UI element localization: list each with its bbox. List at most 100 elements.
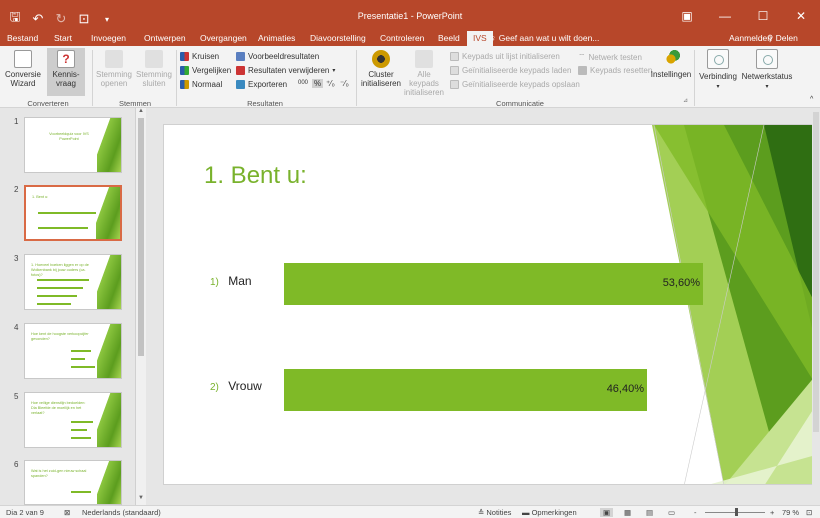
current-slide[interactable]: 1. Bent u: 1) Man 53,60% 2) Vrouw 46,40% (163, 124, 815, 485)
group-separator (92, 50, 93, 106)
vergelijken-button[interactable]: Vergelijken (180, 66, 231, 75)
conversie-wizard-button[interactable]: Conversie Wizard (4, 50, 42, 88)
slide-number: 3 (14, 254, 19, 263)
increase-decimal-icon[interactable]: ⁺⁄₀ (326, 79, 335, 88)
thumbnail-bar (38, 212, 96, 214)
normaal-button[interactable]: Normaal (180, 80, 222, 89)
person-icon: ⚲ (767, 33, 774, 43)
notities-button[interactable]: ≙ Notities (478, 508, 511, 517)
resultaten-verwijderen-button[interactable]: Resultaten verwijderen ▾ (236, 66, 335, 75)
netwerk-testen-button[interactable]: ⌔ Netwerk testen (578, 52, 642, 62)
tab-diavoorstelling[interactable]: Diavoorstelling (310, 33, 366, 43)
tab-controleren[interactable]: Controleren (380, 33, 424, 43)
spellcheck-icon[interactable]: ⊠ (64, 508, 70, 517)
thumbnail-title: Hoe veilige dienstlijn bedoelden: Dla Bl… (31, 401, 86, 415)
slide-thumbnail[interactable]: Hoe veilige dienstlijn bedoelden: Dla Bl… (24, 392, 122, 448)
kruisen-button[interactable]: Kruisen (180, 52, 219, 61)
reset-icon (578, 66, 587, 75)
group-resultaten-label: Resultaten (247, 99, 283, 108)
keypads-resetten-button[interactable]: Keypads resetten (578, 66, 652, 75)
thumbnail-bar (71, 350, 91, 352)
thumbnail-decoration (96, 187, 120, 239)
zoom-level[interactable]: 79 % (782, 508, 799, 517)
kennisvraag-button[interactable]: ? Kennis- vraag (47, 48, 85, 96)
verbinding-button[interactable]: Verbinding ▾ (696, 49, 740, 92)
thumbnail-decoration (97, 461, 121, 504)
slide-thumbnail[interactable]: 1. Hoeveel boeken liggen er op de Wolken… (24, 254, 122, 310)
stemming-sluiten-button[interactable]: Stemming sluiten (134, 50, 174, 88)
group-communicatie-label: Communicatie (496, 99, 544, 108)
fit-to-window-icon[interactable]: ⊡ (806, 508, 812, 517)
thumbnail-title: Hoe kent de hoogste verkoopcijfer gevond… (31, 332, 89, 341)
stemming-openen-button[interactable]: Stemming openen (94, 50, 134, 88)
alle-keypads-initialiseren-button[interactable]: Alle keypads initialiseren (402, 50, 446, 97)
tell-me-search[interactable]: ♀ Geef aan wat u wilt doen... (490, 33, 599, 43)
slide-thumbnail-selected[interactable]: 1. Bent u: (24, 185, 122, 241)
ribbon: Conversie Wizard ? Kennis- vraag Convert… (0, 46, 820, 108)
dropdown-arrow-icon: ▾ (716, 84, 720, 90)
thumbnail-scrollbar[interactable]: ▲ ▼ (135, 108, 146, 505)
language-indicator[interactable]: Nederlands (standaard) (82, 508, 161, 517)
tab-ivs[interactable]: IVS (467, 31, 493, 46)
result-bar: 46,40% (284, 369, 647, 411)
thumbnail-title: Voorbeeldquiz voor IVS PowerPoint (49, 132, 89, 141)
zoom-in-button[interactable]: + (770, 508, 774, 517)
instellingen-button[interactable]: Instellingen (648, 50, 694, 79)
slide-scrollbar[interactable] (812, 108, 820, 505)
thumbnail-bar (71, 421, 93, 423)
thumbnail-decoration (97, 118, 121, 172)
scroll-up-icon[interactable]: ▲ (136, 108, 146, 118)
sign-in-link[interactable]: Aanmelden (729, 33, 772, 43)
ribbon-display-options-icon[interactable]: ▣ (668, 0, 706, 31)
slide-thumbnail[interactable]: Hoe kent de hoogste verkoopcijfer gevond… (24, 323, 122, 379)
zoom-out-button[interactable]: - (694, 508, 697, 517)
share-button[interactable]: ⚲ Delen (767, 33, 798, 44)
tab-invoegen[interactable]: Invoegen (91, 33, 126, 43)
minimize-button[interactable]: — (706, 0, 744, 31)
bar-chart-icon (180, 52, 189, 61)
decrease-decimal-icon[interactable]: ⁻⁄₀ (340, 79, 349, 88)
tab-animaties[interactable]: Animaties (258, 33, 295, 43)
wizard-icon (14, 50, 32, 68)
close-button[interactable]: ✕ (782, 0, 820, 31)
dialog-launcher-icon[interactable]: ⊿ (683, 97, 688, 104)
tab-overgangen[interactable]: Overgangen (200, 33, 247, 43)
slide-title: 1. Bent u: (204, 162, 307, 189)
voorbeeldresultaten-button[interactable]: Voorbeeldresultaten (236, 52, 319, 61)
cluster-initialiseren-button[interactable]: Cluster initialiseren (358, 50, 404, 88)
group-separator (176, 50, 177, 106)
number-format-000-button[interactable]: 000 (298, 80, 308, 86)
geinitialiseerde-opslaan-button[interactable]: Geïnitialiseerde keypads opslaan (450, 80, 580, 89)
ribbon-tabs: Bestand Start Invoegen Ontwerpen Overgan… (0, 31, 820, 46)
answer-label: 2) Vrouw (210, 379, 262, 393)
tab-bestand[interactable]: Bestand (7, 33, 38, 43)
thumbnail-bar (37, 279, 89, 281)
maximize-button[interactable]: ☐ (744, 0, 782, 31)
keypads-uit-lijst-button[interactable]: Keypads uit lijst initialiseren (450, 52, 560, 61)
slide-thumbnail[interactable]: Voorbeeldquiz voor IVS PowerPoint (24, 117, 122, 173)
slide-editing-area: 1. Bent u: 1) Man 53,60% 2) Vrouw 46,40% (148, 108, 820, 505)
thumbnail-bar (71, 437, 91, 439)
slide-thumbnail[interactable]: Wat is het zuid-gen nieuw schaal spanden… (24, 460, 122, 505)
normal-view-icon[interactable]: ▣ (600, 508, 614, 517)
netwerkstatus-button[interactable]: Netwerkstatus ▾ (740, 49, 794, 92)
compare-chart-icon (180, 66, 189, 75)
zoom-slider-knob[interactable] (735, 508, 738, 516)
tab-ontwerpen[interactable]: Ontwerpen (144, 33, 186, 43)
reading-view-icon[interactable]: ▤ (646, 508, 653, 517)
geinitialiseerde-laden-button[interactable]: Geïnitialiseerde keypads laden (450, 66, 571, 75)
thumbnail-title: Wat is het zuid-gen nieuw schaal spanden… (31, 469, 87, 478)
tab-start[interactable]: Start (54, 33, 72, 43)
slideshow-icon[interactable]: ▭ (668, 508, 675, 517)
slide-sorter-icon[interactable]: ▦ (624, 508, 631, 517)
scrollbar-thumb[interactable] (813, 112, 819, 432)
slide-number: 6 (14, 460, 19, 469)
tab-beeld[interactable]: Beeld (438, 33, 460, 43)
scroll-down-icon[interactable]: ▼ (136, 495, 146, 505)
slide-number: 4 (14, 323, 19, 332)
exporteren-button[interactable]: Exporteren (236, 80, 287, 89)
scrollbar-thumb[interactable] (138, 118, 144, 356)
percent-format-button[interactable]: % (312, 79, 324, 88)
collapse-ribbon-icon[interactable]: ^ (810, 96, 813, 103)
opmerkingen-button[interactable]: ▬ Opmerkingen (522, 508, 577, 517)
